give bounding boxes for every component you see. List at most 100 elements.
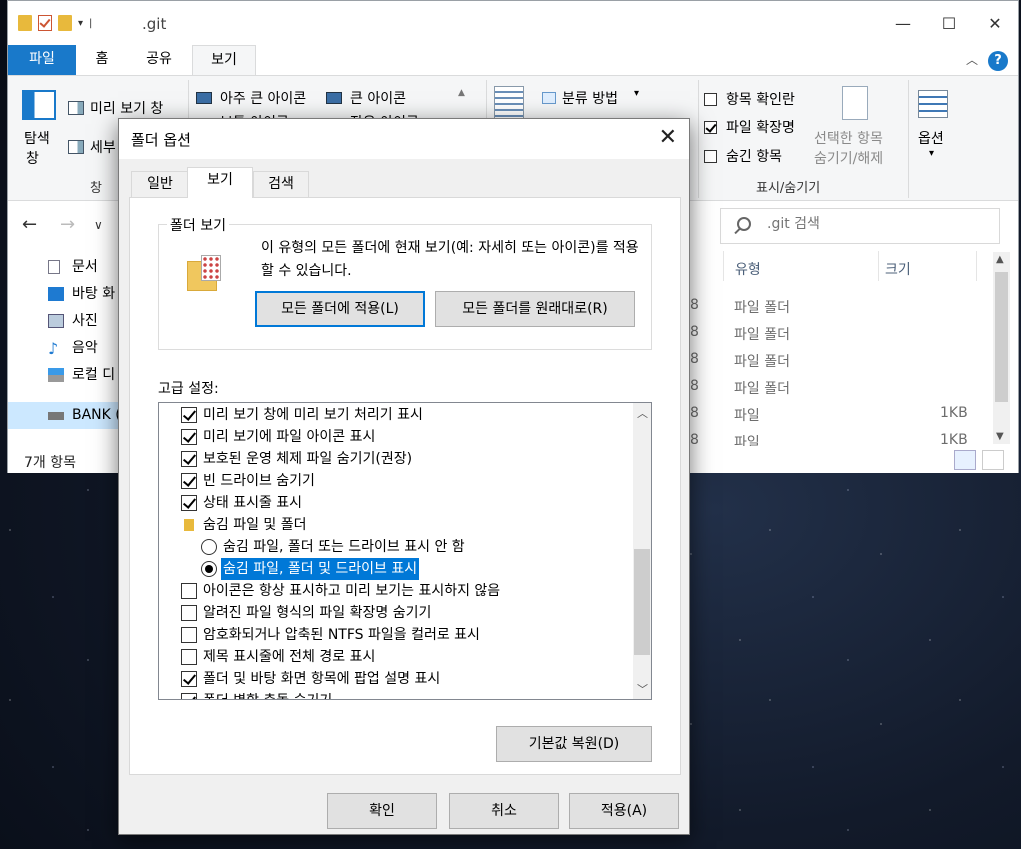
checkbox[interactable] xyxy=(181,671,197,687)
scroll-down-icon[interactable]: ﹀ xyxy=(637,681,648,697)
restore-defaults-button[interactable]: 기본값 복원(D) xyxy=(496,726,652,762)
folder-view-icon xyxy=(187,255,221,291)
column-separator[interactable] xyxy=(878,251,879,281)
file-list-scrollbar[interactable]: ▲ ▼ xyxy=(993,252,1010,444)
row-size[interactable]: 1KB xyxy=(940,405,968,421)
maximize-button[interactable]: ☐ xyxy=(926,1,972,45)
tab-search[interactable]: 검색 xyxy=(253,171,309,197)
options-button[interactable]: 옵션 xyxy=(918,128,944,148)
scroll-up-icon[interactable]: ▲ xyxy=(996,254,1004,265)
customize-qat-icon[interactable]: ▾ xyxy=(78,18,83,29)
row-type[interactable]: 파일 폴더 xyxy=(734,297,790,317)
scroll-down-icon[interactable]: ▼ xyxy=(996,431,1004,442)
forward-arrow-icon[interactable]: → xyxy=(60,214,75,235)
ok-button[interactable]: 확인 xyxy=(327,793,437,829)
tab-home[interactable]: 홈 xyxy=(76,45,128,75)
row-type[interactable]: 파일 폴더 xyxy=(734,351,790,371)
options-icon[interactable] xyxy=(918,90,948,118)
cancel-button[interactable]: 취소 xyxy=(449,793,559,829)
tab-share[interactable]: 공유 xyxy=(128,45,190,75)
documents-icon xyxy=(48,260,60,274)
checkbox[interactable] xyxy=(181,605,197,621)
nav-pane-label-1[interactable]: 탐색 xyxy=(24,128,50,148)
nav-pane-label-2[interactable]: 창 xyxy=(26,148,39,168)
settings-scrollbar[interactable]: ︿ ﹀ xyxy=(633,403,651,699)
checkbox[interactable] xyxy=(181,451,197,467)
recent-locations-icon[interactable]: ∨ xyxy=(94,218,103,232)
large-icons-view-icon[interactable] xyxy=(982,450,1004,470)
row-type[interactable]: 파일 폴더 xyxy=(734,324,790,344)
help-icon[interactable]: ? xyxy=(988,51,1008,71)
details-view-icon[interactable] xyxy=(954,450,976,470)
new-folder-icon[interactable] xyxy=(58,15,72,31)
nav-item-label: 음악 xyxy=(72,340,98,356)
properties-icon[interactable] xyxy=(38,15,52,31)
checkbox[interactable] xyxy=(181,429,197,445)
column-header-size[interactable]: 크기 xyxy=(885,259,911,279)
large-icons-icon xyxy=(326,92,342,104)
nav-item-documents[interactable]: 문서 xyxy=(8,254,128,281)
dialog-close-icon[interactable]: ✕ xyxy=(659,125,677,150)
apply-button[interactable]: 적용(A) xyxy=(569,793,679,829)
checkbox[interactable] xyxy=(181,693,197,699)
dialog-title: 폴더 옵션 xyxy=(131,131,191,149)
tab-general[interactable]: 일반 xyxy=(131,171,189,197)
minimize-button[interactable]: — xyxy=(880,1,926,45)
tab-view[interactable]: 보기 xyxy=(192,45,256,76)
nav-item-bank-drive[interactable]: BANK ( xyxy=(8,402,128,429)
qat-divider: | xyxy=(89,17,93,29)
apply-to-folders-button[interactable]: 모든 폴더에 적용(L) xyxy=(255,291,425,327)
navigation-pane-icon[interactable] xyxy=(22,90,56,120)
column-header-type[interactable]: 유형 xyxy=(735,259,761,279)
nav-item-desktop[interactable]: 바탕 화 xyxy=(8,281,128,308)
sort-by-dropdown-icon[interactable]: ▾ xyxy=(634,88,639,99)
caption-buttons: — ☐ ✕ xyxy=(880,1,1018,45)
tab-file[interactable]: 파일 xyxy=(8,45,76,75)
layout-scroll-up-icon[interactable]: ▲ xyxy=(458,88,465,98)
sort-by-button[interactable]: 분류 방법 xyxy=(562,88,618,108)
radio-button[interactable] xyxy=(201,539,217,555)
checkbox[interactable] xyxy=(181,495,197,511)
dialog-titlebar: 폴더 옵션 ✕ xyxy=(119,119,689,159)
ribbon-collapse-icon[interactable]: ︿ xyxy=(966,51,978,68)
scroll-thumb[interactable] xyxy=(995,272,1008,402)
reset-folders-button[interactable]: 모든 폴더를 원래대로(R) xyxy=(435,291,635,327)
column-separator[interactable] xyxy=(976,251,977,281)
row-type[interactable]: 파일 xyxy=(734,405,760,425)
scroll-up-icon[interactable]: ︿ xyxy=(637,405,648,421)
options-dropdown-icon[interactable]: ▾ xyxy=(929,148,934,159)
preview-pane-button[interactable]: 미리 보기 창 xyxy=(90,98,163,118)
checkbox[interactable] xyxy=(181,473,197,489)
hidden-items-toggle[interactable] xyxy=(704,150,717,163)
tab-view-options[interactable]: 보기 xyxy=(187,167,253,198)
scroll-thumb[interactable] xyxy=(634,549,650,655)
checkbox[interactable] xyxy=(181,583,197,599)
layout-large-icons[interactable]: 큰 아이콘 xyxy=(350,88,406,108)
close-button[interactable]: ✕ xyxy=(972,1,1018,45)
file-extensions-label[interactable]: 파일 확장명 xyxy=(726,117,795,137)
preview-pane-icon xyxy=(68,101,84,115)
group-label-pane: 창 xyxy=(90,181,102,196)
file-extensions-toggle[interactable] xyxy=(704,121,717,134)
nav-item-local-disk[interactable]: 로컬 디 xyxy=(8,362,128,389)
checkbox[interactable] xyxy=(181,407,197,423)
desktop-icon xyxy=(48,287,64,301)
checkbox[interactable] xyxy=(181,649,197,665)
search-input[interactable] xyxy=(765,215,985,233)
back-arrow-icon[interactable]: ← xyxy=(22,214,37,235)
nav-item-music[interactable]: ♪ 음악 xyxy=(8,335,128,362)
folder-view-legend: 폴더 보기 xyxy=(167,215,229,235)
layout-extra-large-icons[interactable]: 아주 큰 아이콘 xyxy=(220,88,306,108)
nav-item-label: BANK ( xyxy=(72,407,121,423)
row-type[interactable]: 파일 폴더 xyxy=(734,378,790,398)
hidden-items-label[interactable]: 숨긴 항목 xyxy=(726,146,782,166)
extra-large-icons-icon xyxy=(196,92,212,104)
item-checkbox-toggle[interactable] xyxy=(704,93,717,106)
column-separator[interactable] xyxy=(723,251,724,281)
item-checkbox-label[interactable]: 항목 확인란 xyxy=(726,89,795,109)
details-pane-button[interactable]: 세부 xyxy=(90,137,116,157)
search-box[interactable] xyxy=(720,208,1000,244)
radio-button[interactable] xyxy=(201,561,217,577)
checkbox[interactable] xyxy=(181,627,197,643)
nav-item-pictures[interactable]: 사진 xyxy=(8,308,128,335)
